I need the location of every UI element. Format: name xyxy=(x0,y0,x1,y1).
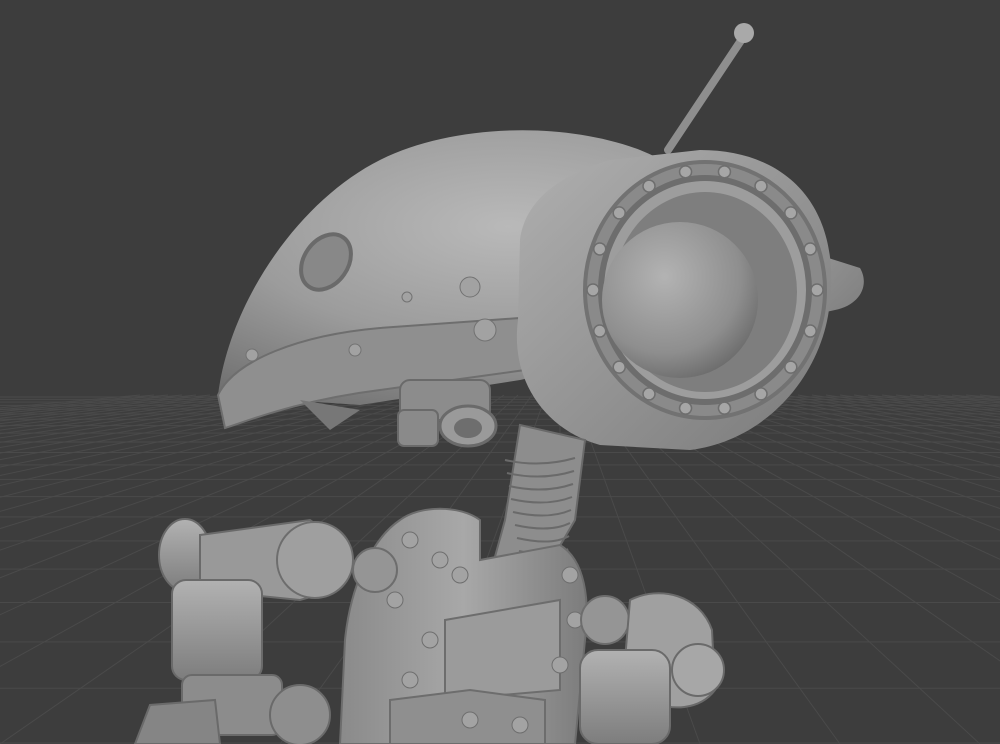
antenna xyxy=(664,23,754,154)
viewport-canvas xyxy=(0,23,1000,744)
3d-viewport[interactable] xyxy=(0,0,1000,744)
